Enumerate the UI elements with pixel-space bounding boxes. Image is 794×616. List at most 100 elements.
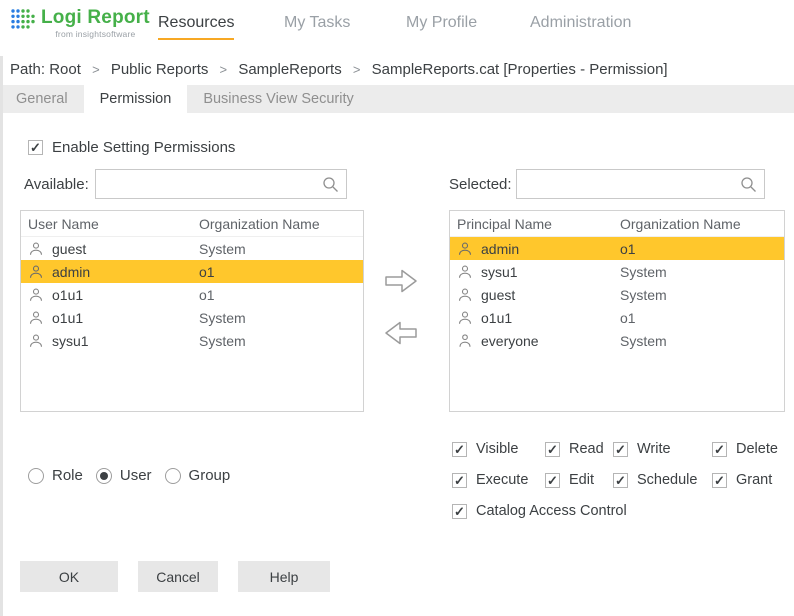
radio-icon <box>164 467 181 484</box>
logi-report-permission-page: Logi Report from insightsoftware Resourc… <box>0 0 794 616</box>
catalog-access-control-label: Catalog Access Control <box>476 503 627 519</box>
logo-tagline: from insightsoftware <box>55 29 136 39</box>
user-icon <box>457 310 473 326</box>
selected-row-guest[interactable]: guest System <box>450 283 784 306</box>
user-name: admin <box>52 263 91 280</box>
available-row-o1u1-system[interactable]: o1u1 System <box>21 306 363 329</box>
checkbox-icon <box>28 140 43 155</box>
nav-administration[interactable]: Administration <box>530 14 631 32</box>
organization-name: System <box>620 263 667 280</box>
ok-button[interactable]: OK <box>20 561 118 592</box>
available-row-sysu1[interactable]: sysu1 System <box>21 329 363 352</box>
organization-name: o1 <box>199 263 215 280</box>
user-radio[interactable]: User <box>95 467 152 484</box>
selected-row-sysu1[interactable]: sysu1 System <box>450 260 784 283</box>
checkbox-icon <box>613 441 628 457</box>
remove-from-selected-button[interactable] <box>382 318 420 348</box>
user-name: sysu1 <box>481 263 518 280</box>
nav-my-tasks[interactable]: My Tasks <box>284 14 350 32</box>
radio-selected-icon <box>95 467 112 484</box>
permission-checkbox-grid: Visible Read Write Delete Execute Edit S… <box>452 441 788 519</box>
tab-permission[interactable]: Permission <box>83 85 188 113</box>
group-radio-label: Group <box>188 467 231 484</box>
breadcrumb-prefix: Path: <box>10 61 46 78</box>
tab-general[interactable]: General <box>0 85 84 113</box>
checkbox-icon <box>545 472 560 488</box>
available-row-admin[interactable]: admin o1 <box>21 260 363 283</box>
execute-checkbox[interactable]: Execute <box>452 472 545 488</box>
breadcrumb-root[interactable]: Root <box>49 61 81 78</box>
edit-checkbox[interactable]: Edit <box>545 472 613 488</box>
write-checkbox[interactable]: Write <box>613 441 712 457</box>
available-search-input[interactable] <box>96 170 346 198</box>
catalog-access-control-checkbox[interactable]: Catalog Access Control <box>452 503 788 519</box>
principal-type-radios: Role User Group <box>28 467 230 484</box>
available-list-header: User Name Organization Name <box>21 211 363 237</box>
available-row-o1u1[interactable]: o1u1 o1 <box>21 283 363 306</box>
available-row-guest[interactable]: guest System <box>21 237 363 260</box>
user-icon <box>457 241 473 257</box>
checkbox-icon <box>452 503 467 519</box>
user-icon <box>28 287 44 303</box>
tab-business-view-security[interactable]: Business View Security <box>187 85 369 113</box>
search-icon[interactable] <box>322 176 339 193</box>
read-label: Read <box>569 441 604 457</box>
logi-report-logo[interactable]: Logi Report from insightsoftware <box>10 7 150 39</box>
organization-name: o1 <box>620 309 636 326</box>
organization-name: System <box>199 332 246 349</box>
app-header: Logi Report from insightsoftware Resourc… <box>0 0 794 55</box>
column-principal-name: Principal Name <box>457 215 552 232</box>
user-name: o1u1 <box>52 309 84 326</box>
left-edge-divider <box>0 56 3 616</box>
nav-resources[interactable]: Resources <box>158 14 235 40</box>
column-user-name: User Name <box>28 215 99 232</box>
checkbox-icon <box>452 441 467 457</box>
user-name: admin <box>481 240 520 257</box>
available-list: User Name Organization Name guest System… <box>20 210 364 412</box>
checkbox-icon <box>545 441 560 457</box>
user-name: guest <box>481 286 516 303</box>
radio-icon <box>28 467 44 484</box>
user-icon <box>457 333 473 349</box>
selected-label: Selected: <box>449 176 512 193</box>
user-icon <box>28 241 44 257</box>
visible-checkbox[interactable]: Visible <box>452 441 545 457</box>
breadcrumb-separator: > <box>352 62 361 77</box>
add-to-selected-button[interactable] <box>382 266 420 296</box>
grant-checkbox[interactable]: Grant <box>712 472 788 488</box>
right-arrow-icon <box>382 269 420 299</box>
breadcrumb-samplereports[interactable]: SampleReports <box>238 61 341 78</box>
cancel-button[interactable]: Cancel <box>138 561 218 592</box>
organization-name: o1 <box>620 240 636 257</box>
grant-label: Grant <box>736 472 773 488</box>
column-organization-name: Organization Name <box>199 215 320 232</box>
user-radio-label: User <box>119 467 152 484</box>
help-button[interactable]: Help <box>238 561 330 592</box>
breadcrumb-separator: > <box>219 62 228 77</box>
delete-label: Delete <box>736 441 778 457</box>
selected-row-o1u1[interactable]: o1u1 o1 <box>450 306 784 329</box>
selected-search-box <box>516 169 765 199</box>
enable-setting-permissions-label: Enable Setting Permissions <box>52 139 236 156</box>
breadcrumb-public-reports[interactable]: Public Reports <box>111 61 209 78</box>
enable-setting-permissions-checkbox[interactable]: Enable Setting Permissions <box>28 139 235 156</box>
organization-name: System <box>199 240 246 257</box>
left-arrow-icon <box>382 321 420 351</box>
nav-my-profile[interactable]: My Profile <box>406 14 477 32</box>
schedule-checkbox[interactable]: Schedule <box>613 472 712 488</box>
search-icon[interactable] <box>740 176 757 193</box>
group-radio[interactable]: Group <box>164 467 231 484</box>
selected-row-admin[interactable]: admin o1 <box>450 237 784 260</box>
selected-search-input[interactable] <box>517 170 764 198</box>
delete-checkbox[interactable]: Delete <box>712 441 788 457</box>
user-icon <box>28 333 44 349</box>
selected-row-everyone[interactable]: everyone System <box>450 329 784 352</box>
checkbox-icon <box>452 472 467 488</box>
read-checkbox[interactable]: Read <box>545 441 613 457</box>
role-radio[interactable]: Role <box>28 467 83 484</box>
write-label: Write <box>637 441 671 457</box>
logo-dot-grid-icon <box>10 7 36 36</box>
logo-title: Logi Report <box>41 7 150 28</box>
checkbox-icon <box>613 472 628 488</box>
user-icon <box>457 287 473 303</box>
